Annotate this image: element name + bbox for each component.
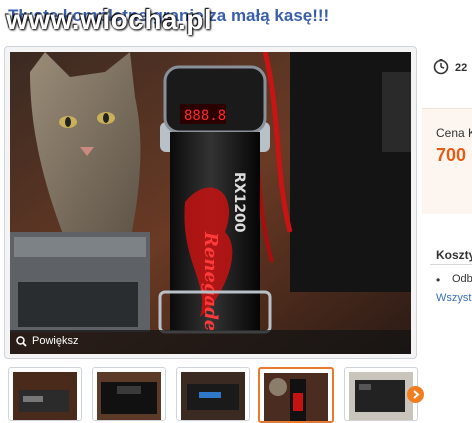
thumb-headunit — [181, 372, 245, 420]
thumbnails-next-button[interactable] — [407, 386, 424, 403]
thumbnail-4[interactable] — [258, 367, 334, 423]
clock-icon — [433, 59, 449, 75]
costs-divider — [430, 264, 472, 265]
thumbnail-2[interactable] — [92, 367, 166, 421]
capacitor-model: RX1200 — [231, 172, 247, 233]
zoom-label[interactable]: Powiększ — [32, 335, 78, 347]
price-label: Cena K — [436, 126, 472, 140]
delivery-option: Odb — [452, 273, 472, 285]
thumbnail-1[interactable] — [8, 367, 82, 421]
costs-title: Koszty — [436, 248, 472, 262]
watermark-logo: www.wiocha.pl — [6, 4, 213, 35]
thumb-radio — [13, 372, 77, 420]
thumb-capacitor — [264, 373, 328, 421]
time-remaining: 22 — [455, 62, 468, 74]
all-costs-link[interactable]: Wszyst — [436, 292, 471, 304]
chevron-right-icon — [413, 390, 420, 399]
thumbnail-3[interactable] — [176, 367, 250, 421]
main-photo-image: 888.8 RX1200 Renegade — [10, 52, 411, 354]
capacitor-brand: Renegade — [200, 231, 221, 331]
capacitor-display: 888.8 — [184, 108, 226, 124]
zoom-icon — [16, 336, 27, 347]
main-photo[interactable]: 888.8 RX1200 Renegade Powiększ — [10, 52, 411, 354]
thumb-amp-box — [349, 372, 413, 420]
bullet-icon: • — [436, 273, 441, 287]
zoom-bar[interactable]: Powiększ — [10, 330, 411, 354]
price-value: 700 — [436, 145, 467, 165]
thumb-amplifier — [97, 372, 161, 420]
